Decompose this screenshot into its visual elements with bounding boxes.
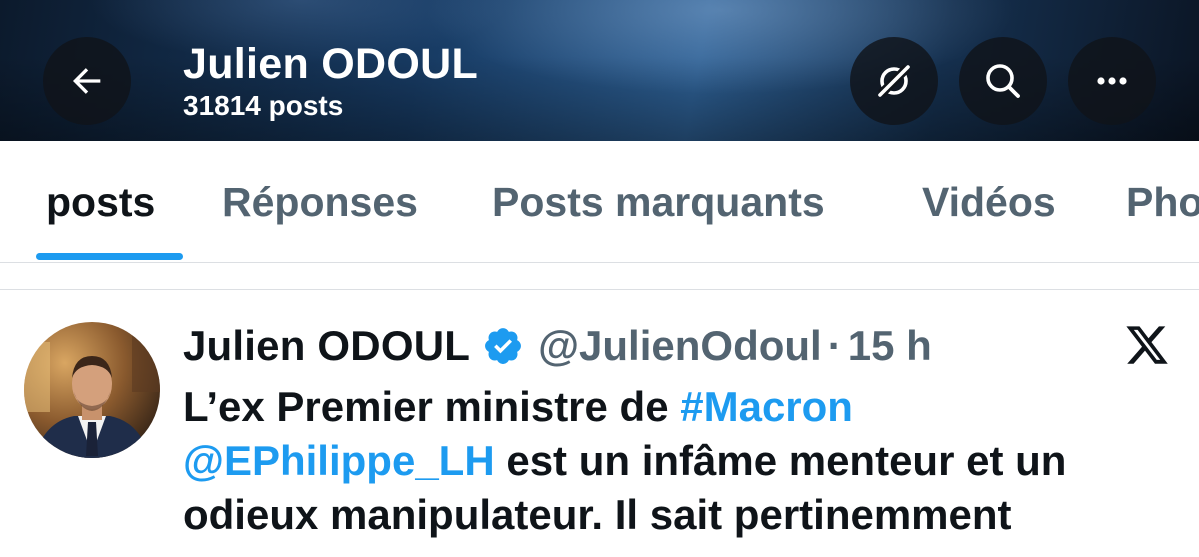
profile-name: Julien ODOUL (183, 40, 479, 88)
tab-posts-marquants[interactable]: Posts marquants (492, 179, 825, 226)
tweet-text-segment: L’ex Premier ministre de (183, 383, 681, 430)
tab-videos[interactable]: Vidéos (922, 179, 1056, 226)
meta-separator: · (827, 322, 842, 369)
search-button[interactable] (959, 37, 1047, 125)
divider (0, 289, 1199, 290)
tweet-text-segment: odieux manipulateur. Il sait pertinemmen… (183, 491, 1012, 538)
more-button[interactable] (1068, 37, 1156, 125)
grok-button[interactable] (850, 37, 938, 125)
back-button[interactable] (43, 37, 131, 125)
tweet-line: odieux manipulateur. Il sait pertinemmen… (183, 488, 1193, 542)
verified-badge-icon (482, 325, 524, 367)
hashtag-link[interactable]: #Macron (680, 383, 853, 430)
grok-icon (877, 64, 911, 98)
tweet-text-segment: est un infâme menteur et un (494, 437, 1067, 484)
active-tab-indicator (36, 253, 183, 260)
tweet-timestamp[interactable]: 15 h (848, 322, 932, 370)
tab-reponses[interactable]: Réponses (222, 179, 418, 226)
post-count: 31814 posts (183, 90, 344, 121)
back-arrow-icon (73, 68, 101, 94)
search-icon (986, 64, 1020, 98)
avatar[interactable] (24, 322, 160, 458)
profile-tabs: posts Réponses Posts marquants Vidéos Ph… (0, 141, 1199, 263)
tweet-handle[interactable]: @JulienOdoul (538, 322, 822, 370)
tab-posts[interactable]: posts (46, 179, 155, 226)
x-logo-icon (1126, 326, 1168, 364)
tweet-header: Julien ODOUL @JulienOdoul · 15 h (183, 322, 932, 370)
tweet-line: @EPhilippe_LH est un infâme menteur et u… (183, 434, 1193, 488)
tweet-text: L’ex Premier ministre de #Macron @EPhili… (183, 380, 1193, 542)
tweet-line: L’ex Premier ministre de #Macron (183, 380, 1193, 434)
tab-photos[interactable]: Pho (1126, 179, 1199, 226)
mention-link[interactable]: @EPhilippe_LH (183, 437, 495, 484)
profile-header: Julien ODOUL 31814 posts (0, 0, 1199, 141)
more-icon (1097, 77, 1127, 85)
tweet-author-name[interactable]: Julien ODOUL (183, 322, 470, 370)
